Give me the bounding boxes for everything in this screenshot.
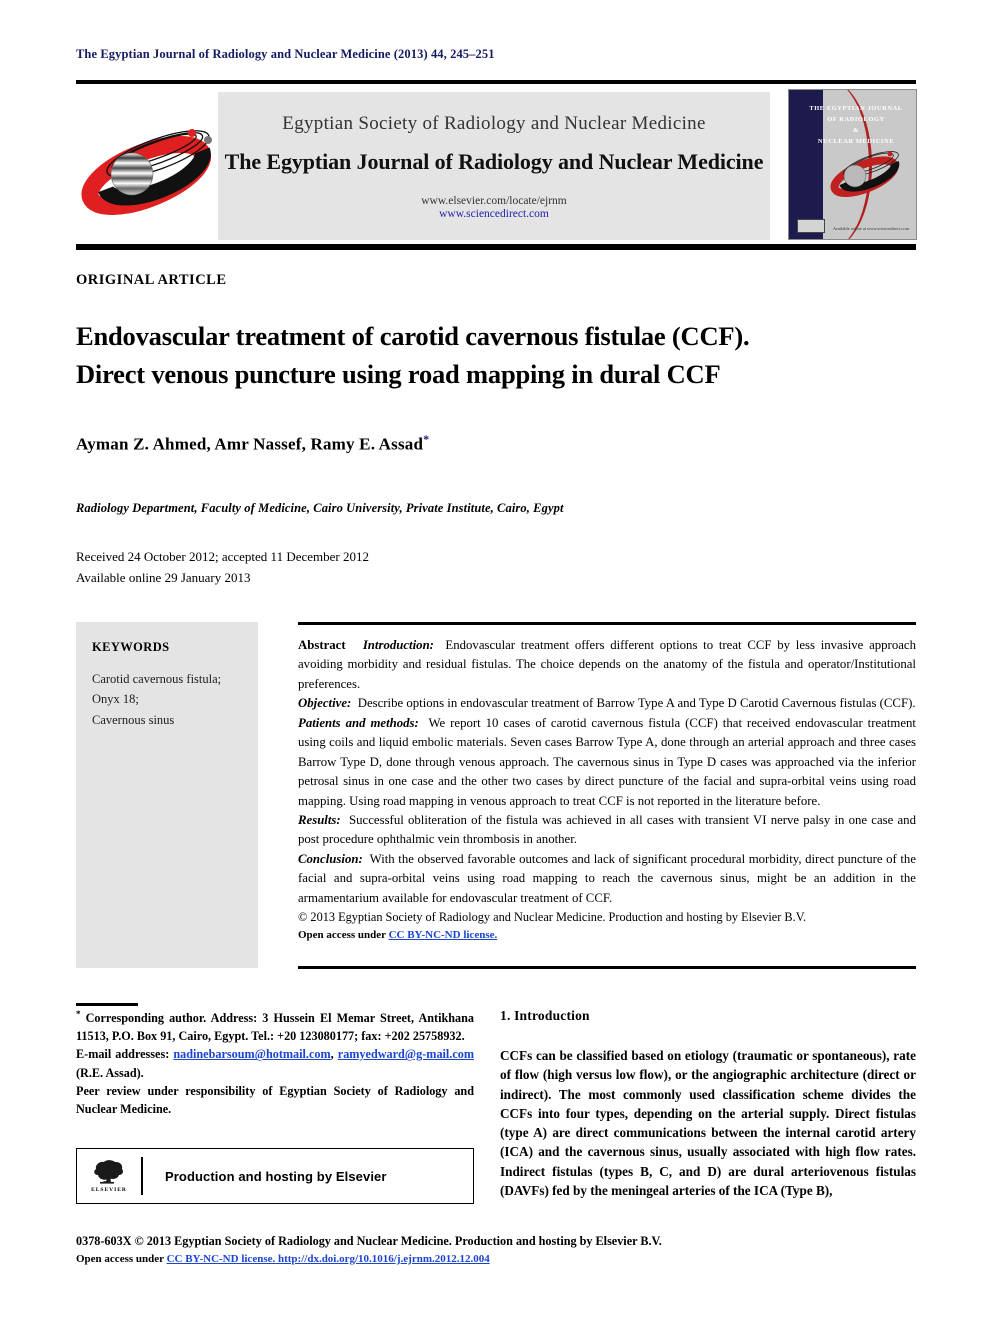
journal-homepage-url[interactable]: www.elsevier.com/locate/ejrnm [218,195,770,207]
cover-title: THE EGYPTIAN JOURNAL OF RADIOLOGY & NUCL… [801,104,911,148]
email-owner: (R.E. Assad). [76,1065,144,1080]
abstract-conclusion-label: Conclusion: [298,851,363,866]
footer-open-access-prefix: Open access under [76,1252,167,1265]
abstract-open-access: Open access under CC BY-NC-ND license. [298,927,916,944]
journal-name: The Egyptian Journal of Radiology and Nu… [224,149,764,174]
abstract-introduction: Abstract Introduction: Endovascular trea… [298,636,916,694]
elsevier-box-label: Production and hosting by Elsevier [165,1168,387,1184]
title-line-2: Direct venous puncture using road mappin… [76,358,721,389]
affiliation: Radiology Department, Faculty of Medicin… [76,501,564,515]
abstract: Abstract Introduction: Endovascular trea… [298,636,916,944]
email-addresses: E-mail addresses: nadinebarsoum@hotmail.… [76,1045,474,1081]
masthead-top-rule [76,80,916,84]
email-separator: , [330,1047,338,1062]
abstract-conclusion: Conclusion: With the observed favorable … [298,850,916,908]
footnote-star-marker: * [76,1009,81,1019]
keyword-item: Cavernous sinus [92,712,175,727]
author-names: Ayman Z. Ahmed, Amr Nassef, Ramy E. Assa… [76,434,424,454]
footer-copyright: 0378-603X © 2013 Egyptian Society of Rad… [76,1234,662,1248]
introduction-paragraph: CCFs can be classified based on etiology… [500,1048,916,1198]
sciencedirect-url[interactable]: www.sciencedirect.com [218,208,770,220]
cover-title-line4: NUCLEAR MEDICINE [817,137,895,145]
footnote-block: * Corresponding author. Address: 3 Husse… [76,1008,474,1118]
abstract-results: Results: Successful obliteration of the … [298,811,916,850]
cover-publisher-note: Available online at www.sciencedirect.co… [832,226,909,232]
journal-cover-thumbnail: THE EGYPTIAN JOURNAL OF RADIOLOGY & NUCL… [788,89,917,240]
email-link-2[interactable]: ramyedward@g-mail.com [338,1047,474,1061]
open-access-prefix: Open access under [298,928,389,941]
abstract-copyright: © 2013 Egyptian Society of Radiology and… [298,910,807,925]
abstract-methods: Patients and methods: We report 10 cases… [298,714,916,811]
abstract-label: Abstract [298,638,346,652]
cover-title-line1: THE EGYPTIAN JOURNAL [809,105,903,112]
footnote-rule [76,1003,138,1006]
cover-footer: Available online at www.sciencedirect.co… [797,219,909,233]
footer-license-doi: Open access under CC BY-NC-ND license. h… [76,1251,916,1268]
keywords-heading: KEYWORDS [92,640,170,654]
email-link-1[interactable]: nadinebarsoum@hotmail.com [173,1047,330,1061]
article-dates: Received 24 October 2012; accepted 11 De… [76,546,369,588]
corresponding-author-marker: * [423,432,430,446]
journal-banner: Egyptian Society of Radiology and Nuclea… [218,92,770,240]
abstract-objective-text: Describe options in endovascular treatme… [357,696,916,711]
cover-title-line3: & [853,126,859,134]
introduction-body: CCFs can be classified based on etiology… [500,1046,916,1200]
abstract-introduction-label: Introduction: [362,638,434,652]
corresponding-author-text: Corresponding author. Address: 3 Hussein… [76,1011,474,1044]
elsevier-box-divider [141,1157,143,1195]
title-line-1: Endovascular treatment of carotid cavern… [76,321,750,351]
section-heading-introduction: 1. Introduction [500,1008,590,1023]
author-list: Ayman Z. Ahmed, Amr Nassef, Ramy E. Assa… [76,432,429,455]
cover-barcode [797,219,825,233]
article-type-label: ORIGINAL ARTICLE [76,272,227,288]
running-head: The Egyptian Journal of Radiology and Nu… [76,47,495,61]
abstract-objective-label: Objective: [298,696,352,711]
page-footer: 0378-603X © 2013 Egyptian Society of Rad… [76,1232,916,1268]
footer-doi-link[interactable]: http://dx.doi.org/10.1016/j.ejrnm.2012.1… [275,1253,490,1265]
elsevier-production-box: ELSEVIER Production and hosting by Elsev… [76,1148,474,1204]
elsevier-tree-icon [92,1159,126,1185]
abstract-objective: Objective: Describe options in endovascu… [298,694,916,713]
page-title: Endovascular treatment of carotid cavern… [76,318,906,394]
received-date: Received 24 October 2012; accepted 11 De… [76,549,369,564]
footer-cc-license-link[interactable]: CC BY-NC-ND license. [167,1253,276,1265]
masthead-bottom-rule [76,244,916,250]
abstract-conclusion-text: With the observed favorable outcomes and… [298,851,916,905]
elsevier-wordmark: ELSEVIER [91,1187,127,1193]
society-logo-icon [80,108,220,230]
peer-review-note: Peer review under responsibility of Egyp… [76,1083,474,1116]
society-name: Egyptian Society of Radiology and Nuclea… [282,113,706,134]
email-label: E-mail addresses: [76,1047,170,1062]
elsevier-logo-icon: ELSEVIER [77,1149,141,1203]
cover-title-line2: OF RADIOLOGY [827,115,885,123]
corresponding-author-note: * Corresponding author. Address: 3 Husse… [76,1008,474,1045]
abstract-methods-label: Patients and methods: [298,715,419,730]
abstract-top-rule [298,622,916,625]
abstract-results-label: Results: [298,812,341,827]
keywords-list: Carotid cavernous fistula; Onyx 18; Cave… [92,669,242,730]
article-page: The Egyptian Journal of Radiology and Nu… [0,0,992,1323]
cc-license-link[interactable]: CC BY-NC-ND license. [389,929,498,941]
abstract-bottom-rule [298,966,916,969]
keywords-box: KEYWORDS Carotid cavernous fistula; Onyx… [76,622,258,968]
masthead: Egyptian Society of Radiology and Nuclea… [76,89,917,240]
abstract-results-text: Successful obliteration of the fistula w… [298,812,916,847]
keyword-item: Onyx 18; [92,692,139,707]
keyword-item: Carotid cavernous fistula; [92,672,222,686]
available-online-date: Available online 29 January 2013 [76,570,251,586]
cover-logo-icon [827,142,905,204]
